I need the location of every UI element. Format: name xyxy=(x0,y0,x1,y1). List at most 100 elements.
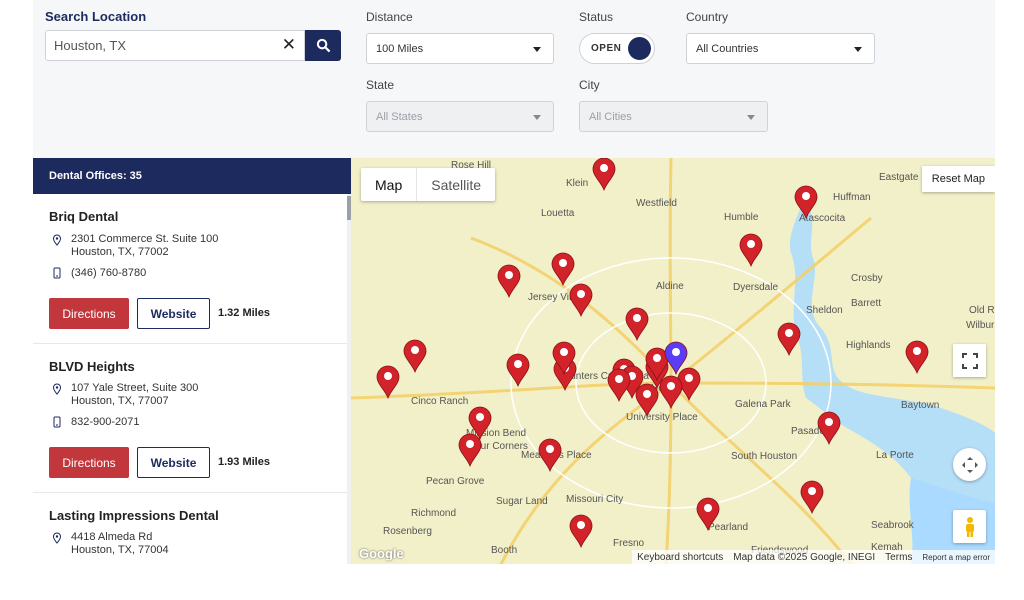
website-button[interactable]: Website xyxy=(137,447,210,478)
status-value: OPEN xyxy=(591,43,622,54)
distance-select[interactable]: 100 Miles xyxy=(366,33,554,64)
country-label: Country xyxy=(686,10,729,24)
chevron-down-icon xyxy=(533,47,541,52)
place-label: Wilbur xyxy=(966,320,995,331)
place-label: Fresno xyxy=(613,538,645,549)
directions-button[interactable]: Directions xyxy=(49,447,129,478)
map-pins xyxy=(376,158,929,549)
keyboard-shortcuts-link[interactable]: Keyboard shortcuts xyxy=(637,552,723,563)
list-item: Lasting Impressions Dental 4418 Almeda R… xyxy=(33,493,347,564)
chevron-down-icon xyxy=(854,47,862,52)
office-phone[interactable]: 832-900-2071 xyxy=(71,416,140,429)
search-button[interactable] xyxy=(305,30,341,61)
place-label: Louetta xyxy=(541,208,575,219)
report-error-link[interactable]: Report a map error xyxy=(922,553,990,562)
state-label: State xyxy=(366,78,395,92)
office-address-line2: Houston, TX, 77002 xyxy=(71,246,169,258)
place-label: Rosenberg xyxy=(383,526,432,537)
place-label: Seabrook xyxy=(871,520,915,531)
place-label: Cinco Ranch xyxy=(411,396,468,407)
place-label: Missouri City xyxy=(566,494,623,505)
terms-link[interactable]: Terms xyxy=(885,552,912,563)
office-map-pin[interactable] xyxy=(569,283,593,318)
place-label: La Porte xyxy=(876,450,914,461)
office-map-pin[interactable] xyxy=(376,365,400,400)
office-address-line2: Houston, TX, 77007 xyxy=(71,395,169,407)
office-map-pin[interactable] xyxy=(739,233,763,268)
place-label: Aldine xyxy=(656,281,684,292)
office-map-pin[interactable] xyxy=(777,322,801,357)
office-map-pin[interactable] xyxy=(538,438,562,473)
place-label: Galena Park xyxy=(735,399,792,410)
office-distance: 1.93 Miles xyxy=(218,456,270,468)
office-map-pin[interactable] xyxy=(403,339,427,374)
directions-button[interactable]: Directions xyxy=(49,298,129,329)
place-label: Humble xyxy=(724,212,759,223)
satellite-tab[interactable]: Satellite xyxy=(416,168,495,201)
place-label: South Houston xyxy=(731,451,797,462)
office-map-pin[interactable] xyxy=(659,375,683,410)
place-label: Pearland xyxy=(708,522,748,533)
place-label: Highlands xyxy=(846,340,890,351)
state-value: All States xyxy=(376,110,423,123)
reset-map-button[interactable]: Reset Map xyxy=(921,166,995,192)
distance-value: 100 Miles xyxy=(376,42,424,55)
search-input-box[interactable]: ✕ xyxy=(45,30,305,61)
pegman-icon xyxy=(965,516,974,537)
map-footer: Keyboard shortcuts Map data ©2025 Google… xyxy=(632,550,995,564)
place-label: Sheldon xyxy=(806,305,843,316)
search-icon xyxy=(316,38,330,53)
place-label: Eastgate xyxy=(879,172,919,183)
office-name[interactable]: BLVD Heights xyxy=(49,359,135,374)
office-map-pin[interactable] xyxy=(625,307,649,342)
place-label: Pecan Grove xyxy=(426,476,485,487)
office-map-pin[interactable] xyxy=(800,480,824,515)
place-label: Richmond xyxy=(411,508,456,519)
results-panel: Dental Offices: 35 Briq Dental 2301 Comm… xyxy=(33,158,351,564)
clear-icon[interactable]: ✕ xyxy=(282,36,296,54)
office-name[interactable]: Lasting Impressions Dental xyxy=(49,508,219,523)
results-count: Dental Offices: 35 xyxy=(33,158,351,194)
place-labels: Rose HillKleinWestfieldHuffmanEastgateAt… xyxy=(383,160,995,556)
office-address-line1: 4418 Almeda Rd xyxy=(71,531,153,543)
office-map-pin[interactable] xyxy=(497,264,521,299)
office-name[interactable]: Briq Dental xyxy=(49,209,118,224)
country-select[interactable]: All Countries xyxy=(686,33,875,64)
map-layer: Rose HillKleinWestfieldHuffmanEastgateAt… xyxy=(351,158,995,564)
move-arrows-icon xyxy=(961,456,978,473)
list-item: BLVD Heights 107 Yale Street, Suite 300 … xyxy=(33,344,347,493)
place-label: Booth xyxy=(491,545,517,556)
office-map-pin[interactable] xyxy=(458,433,482,468)
state-select[interactable]: All States xyxy=(366,101,554,132)
office-map-pin[interactable] xyxy=(905,340,929,375)
website-button[interactable]: Website xyxy=(137,298,210,329)
office-map-pin[interactable] xyxy=(569,514,593,549)
place-label: Westfield xyxy=(636,198,677,209)
status-toggle[interactable]: OPEN xyxy=(579,33,655,64)
map-tab[interactable]: Map xyxy=(361,168,416,201)
office-address-line1: 107 Yale Street, Suite 300 xyxy=(71,382,199,394)
office-map-pin[interactable] xyxy=(607,368,631,403)
chevron-down-icon xyxy=(533,115,541,120)
location-pin-icon xyxy=(52,383,62,395)
map-canvas[interactable]: Rose Hill Klein Westfield Huffman Eastgate At… xyxy=(351,158,995,564)
place-label: University Place xyxy=(626,412,698,423)
phone-icon xyxy=(53,416,61,428)
camera-control-button[interactable] xyxy=(953,448,986,481)
office-distance: 1.32 Miles xyxy=(218,307,270,319)
search-input[interactable] xyxy=(46,31,266,60)
office-map-pin[interactable] xyxy=(592,158,616,192)
google-logo: Google xyxy=(359,546,404,561)
office-map-pin[interactable] xyxy=(817,411,841,446)
office-phone[interactable]: (346) 760-8780 xyxy=(71,267,146,280)
city-label: City xyxy=(579,78,600,92)
city-value: All Cities xyxy=(589,110,632,123)
fullscreen-button[interactable] xyxy=(953,344,986,377)
country-value: All Countries xyxy=(696,42,759,55)
place-label: Old Riv xyxy=(969,305,995,316)
fullscreen-icon xyxy=(961,352,978,369)
place-label: Huffman xyxy=(833,192,871,203)
place-label: Baytown xyxy=(901,400,939,411)
city-select[interactable]: All Cities xyxy=(579,101,768,132)
pegman-button[interactable] xyxy=(953,510,986,543)
